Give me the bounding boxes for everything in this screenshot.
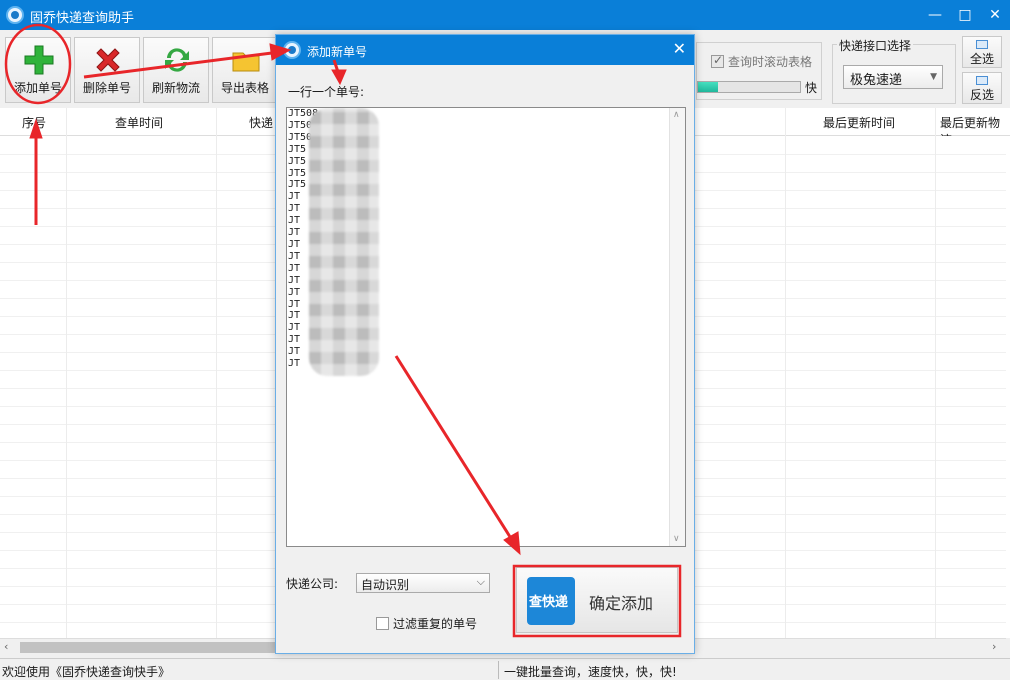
confirm-add-button[interactable]: 查快递 确定添加	[516, 567, 678, 633]
refresh-icon	[165, 48, 189, 72]
courier-company-label: 快递公司:	[286, 577, 339, 591]
add-number-label: 添加单号	[13, 81, 62, 95]
speed-progress-bar	[697, 81, 801, 93]
window-title-bar: 固乔快递查询助手 — □ ✕	[0, 0, 1010, 30]
courier-company-select[interactable]: 自动识别 ⌵	[356, 573, 490, 593]
dialog-title-bar: 添加新单号 ✕	[276, 35, 694, 65]
delete-x-icon	[96, 48, 120, 72]
query-express-logo-text: 查快递	[529, 595, 569, 610]
query-options-group: 查询时滚动表格 快	[696, 42, 822, 100]
scroll-right-arrow-icon[interactable]: ›	[992, 640, 996, 653]
filter-duplicates-checkbox[interactable]: 过滤重复的单号	[376, 615, 477, 632]
status-bar: 欢迎使用《固乔快递查询快手》 一键批量查询，速度快，快，快!	[0, 658, 1010, 680]
courier-company-value: 自动识别	[361, 578, 410, 592]
refresh-logistics-label: 刷新物流	[151, 81, 200, 95]
column-divider	[216, 108, 217, 638]
privacy-blur	[309, 108, 379, 376]
column-header-courier[interactable]: 快递	[249, 114, 273, 131]
confirm-add-label: 确定添加	[589, 594, 654, 613]
column-divider	[785, 108, 786, 638]
scroll-up-arrow-icon[interactable]: ∧	[673, 110, 680, 120]
speed-progress-fill	[698, 82, 719, 92]
export-table-button[interactable]: 导出表格	[212, 37, 278, 103]
status-separator	[498, 661, 499, 679]
column-header-index[interactable]: 序号	[22, 114, 46, 131]
query-express-logo-icon: 查快递	[527, 577, 575, 625]
checkbox-checked-icon	[711, 53, 724, 68]
courier-api-value: 极兔速递	[850, 73, 903, 88]
app-logo-icon	[6, 6, 24, 24]
minimize-button[interactable]: —	[924, 4, 946, 26]
refresh-logistics-button[interactable]: 刷新物流	[143, 37, 209, 103]
select-all-icon	[976, 40, 988, 49]
speed-label: 快	[805, 81, 818, 95]
dialog-app-icon	[283, 41, 301, 59]
select-all-button[interactable]: 全选	[962, 36, 1002, 68]
tracking-numbers-textarea[interactable]: JT508 JT50 JT50 JT5 JT5 JT5 JT5 JT JT JT JT JT JT JT J…	[286, 107, 686, 547]
status-welcome-text: 欢迎使用《固乔快递查询快手》	[2, 665, 171, 679]
plus-icon	[24, 45, 54, 75]
column-header-query-time[interactable]: 查单时间	[115, 114, 163, 131]
maximize-button[interactable]: □	[954, 4, 976, 26]
invert-select-button[interactable]: 反选	[962, 72, 1002, 104]
status-slogan-text: 一键批量查询，速度快，快，快!	[504, 665, 677, 679]
invert-select-icon	[976, 76, 988, 85]
courier-api-title: 快递接口选择	[837, 37, 914, 54]
delete-number-button[interactable]: 删除单号	[74, 37, 140, 103]
export-table-label: 导出表格	[220, 81, 269, 95]
scroll-table-label: 查询时滚动表格	[728, 55, 813, 69]
select-all-label: 全选	[969, 52, 994, 66]
filter-duplicates-label: 过滤重复的单号	[393, 617, 478, 631]
scroll-table-checkbox[interactable]: 查询时滚动表格	[711, 53, 812, 70]
add-number-dialog: 添加新单号 ✕ 一行一个单号: JT508 JT50 JT50 JT5 JT5 JT5 JT…	[275, 34, 695, 654]
close-button[interactable]: ✕	[984, 4, 1006, 26]
folder-icon	[232, 52, 260, 72]
delete-number-label: 删除单号	[82, 81, 131, 95]
courier-api-select[interactable]: 极兔速递 ▼	[843, 65, 943, 89]
dialog-title: 添加新单号	[307, 45, 368, 59]
column-divider	[66, 108, 67, 638]
scroll-left-arrow-icon[interactable]: ‹	[4, 640, 8, 653]
textarea-scrollbar[interactable]: ∧ ∨	[669, 108, 685, 546]
dropdown-arrow-icon: ▼	[930, 72, 937, 82]
column-divider	[935, 108, 936, 638]
add-number-button[interactable]: 添加单号	[5, 37, 71, 103]
scroll-down-arrow-icon[interactable]: ∨	[673, 534, 680, 544]
window-title: 固乔快递查询助手	[30, 11, 135, 26]
column-header-last-update-time[interactable]: 最后更新时间	[823, 114, 895, 131]
dialog-close-button[interactable]: ✕	[673, 39, 686, 58]
chevron-down-icon: ⌵	[476, 575, 485, 588]
checkbox-unchecked-icon	[376, 617, 389, 630]
invert-select-label: 反选	[969, 88, 994, 102]
dialog-instruction: 一行一个单号:	[288, 85, 365, 99]
courier-api-group: 快递接口选择 极兔速递 ▼	[832, 37, 956, 104]
